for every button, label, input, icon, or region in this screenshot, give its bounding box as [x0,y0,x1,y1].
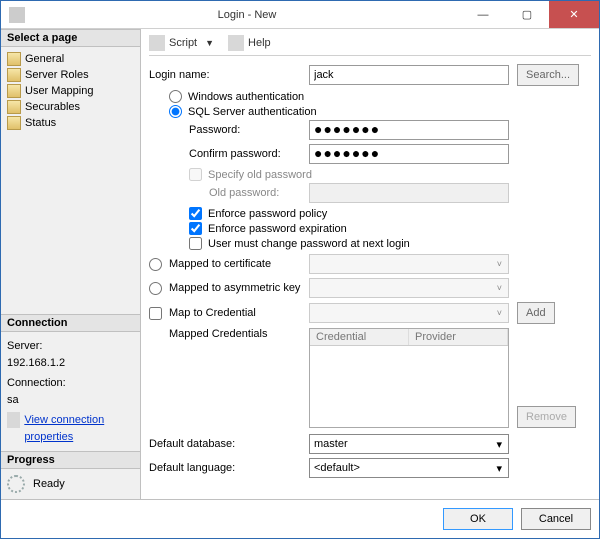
page-general[interactable]: General [5,51,136,67]
properties-icon [7,412,20,428]
default-db-value: master [314,438,348,450]
login-new-window: Login - New — ▢ ✕ Select a page General … [0,0,600,539]
page-user-mapping[interactable]: User Mapping [5,83,136,99]
confirm-password-input[interactable]: ●●●●●●● [309,144,509,164]
progress-head: Progress [1,451,140,469]
connection-label: Connection: [7,375,134,392]
mapped-cert-label: Mapped to certificate [169,258,309,270]
page-label: User Mapping [25,85,93,97]
specify-old-label: Specify old password [208,169,312,181]
enforce-expire-label: Enforce password expiration [208,223,347,235]
password-label: Password: [149,124,309,136]
windows-auth-radio[interactable] [169,90,182,103]
login-name-label: Login name: [149,69,309,81]
login-form: Login name: Search... Windows authentica… [149,64,591,491]
script-dropdown-icon[interactable]: ▼ [205,38,214,48]
enforce-policy-checkbox[interactable] [189,207,202,220]
mapped-cert-radio[interactable] [149,258,162,271]
page-securables[interactable]: Securables [5,99,136,115]
app-icon [9,7,25,23]
script-icon [149,35,165,51]
connection-head: Connection [1,314,140,332]
help-button[interactable]: Help [248,37,271,49]
col-credential: Credential [310,329,409,345]
password-input[interactable]: ●●●●●●● [309,120,509,140]
map-cred-label: Map to Credential [169,307,309,319]
page-label: Securables [25,101,80,113]
main-panel: Script ▼ Help Login name: Search... Wind… [141,29,599,499]
window-title: Login - New [33,9,461,21]
page-icon [7,84,21,98]
toolbar: Script ▼ Help [149,35,591,56]
map-cred-combo: ˅ [309,303,509,323]
default-db-label: Default database: [149,438,309,450]
mapped-asym-combo: ˅ [309,278,509,298]
sidebar: Select a page General Server Roles User … [1,29,141,499]
page-label: Status [25,117,56,129]
remove-button[interactable]: Remove [517,406,576,428]
specify-old-checkbox [189,168,202,181]
credentials-grid[interactable]: Credential Provider [309,328,509,428]
help-icon [228,35,244,51]
maximize-button[interactable]: ▢ [505,1,549,28]
enforce-expire-checkbox[interactable] [189,222,202,235]
login-name-input[interactable] [309,65,509,85]
script-button[interactable]: Script [169,37,197,49]
default-lang-combo[interactable]: <default>▾ [309,458,509,478]
default-lang-label: Default language: [149,462,309,474]
server-label: Server: [7,338,134,355]
page-server-roles[interactable]: Server Roles [5,67,136,83]
connection-info: Server: 192.168.1.2 Connection: sa View … [1,332,140,451]
default-lang-value: <default> [314,462,360,474]
mapped-asym-label: Mapped to asymmetric key [169,282,309,294]
cancel-button[interactable]: Cancel [521,508,591,530]
page-status[interactable]: Status [5,115,136,131]
server-value: 192.168.1.2 [7,355,134,372]
confirm-password-label: Confirm password: [149,148,309,160]
col-provider: Provider [409,329,508,345]
page-icon [7,68,21,82]
mapped-asym-radio[interactable] [149,282,162,295]
add-button[interactable]: Add [517,302,555,324]
view-connection-properties-link[interactable]: View connection properties [24,412,134,445]
dialog-footer: OK Cancel [1,499,599,538]
mapped-creds-label: Mapped Credentials [149,328,309,340]
connection-value: sa [7,392,134,409]
page-label: Server Roles [25,69,89,81]
page-icon [7,52,21,66]
page-icon [7,100,21,114]
close-button[interactable]: ✕ [549,1,599,28]
spinner-icon [7,475,25,493]
titlebar: Login - New — ▢ ✕ [1,1,599,29]
page-icon [7,116,21,130]
mapped-cert-combo: ˅ [309,254,509,274]
minimize-button[interactable]: — [461,1,505,28]
sql-auth-radio[interactable] [169,105,182,118]
sql-auth-label: SQL Server authentication [188,106,317,118]
progress-body: Ready [1,469,140,499]
page-label: General [25,53,64,65]
ok-button[interactable]: OK [443,508,513,530]
enforce-policy-label: Enforce password policy [208,208,327,220]
must-change-label: User must change password at next login [208,238,410,250]
windows-auth-label: Windows authentication [188,91,304,103]
page-list: General Server Roles User Mapping Secura… [1,47,140,135]
must-change-checkbox[interactable] [189,237,202,250]
map-cred-checkbox[interactable] [149,307,162,320]
search-button[interactable]: Search... [517,64,579,86]
select-page-head: Select a page [1,29,140,47]
old-password-input [309,183,509,203]
progress-status: Ready [33,478,65,490]
default-db-combo[interactable]: master▾ [309,434,509,454]
old-password-label: Old password: [149,187,309,199]
